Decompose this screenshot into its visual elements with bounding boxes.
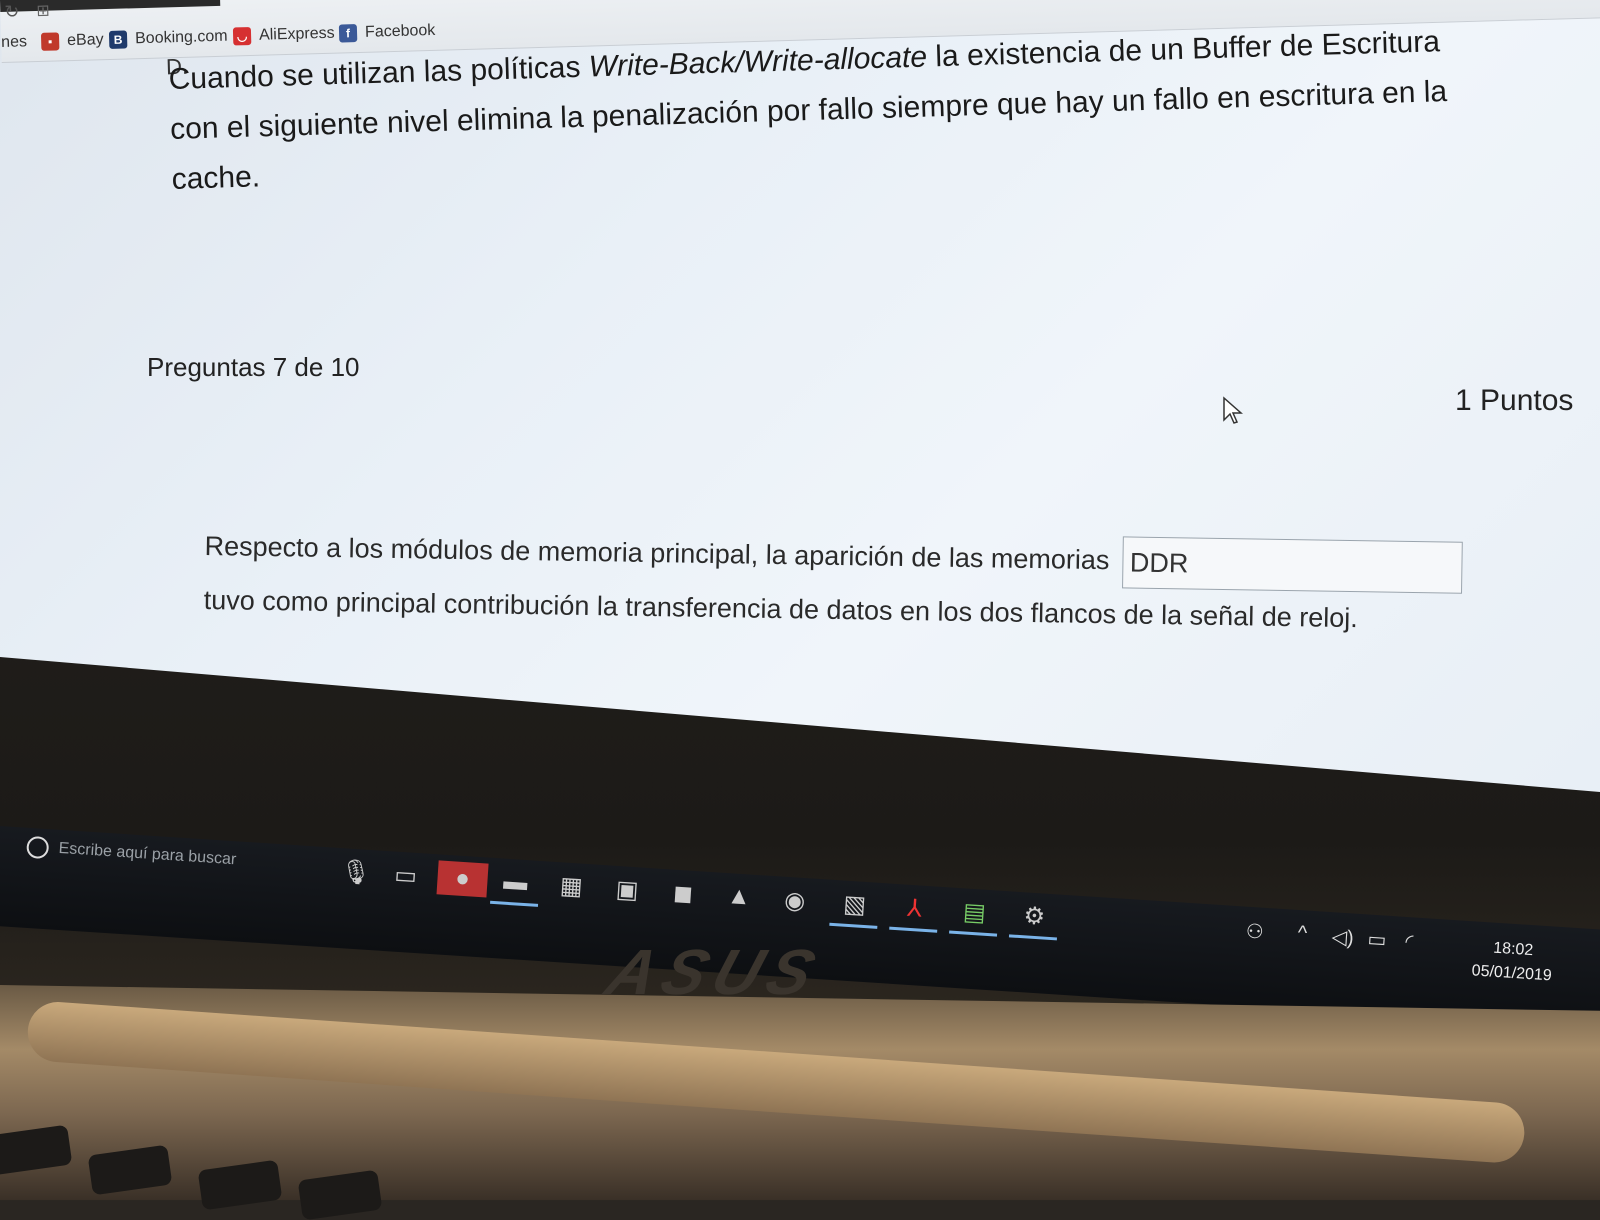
question-counter: Preguntas 7 de 10 — [147, 352, 360, 382]
taskbar-search[interactable]: Escribe aquí para buscar — [26, 835, 237, 871]
search-placeholder: Escribe aquí para buscar — [58, 839, 237, 869]
cortana-icon — [26, 835, 50, 860]
clock-date: 05/01/2019 — [1471, 962, 1553, 985]
battery-icon[interactable]: ▭ — [1367, 927, 1387, 953]
mouse-cursor-icon — [1223, 396, 1243, 424]
people-icon[interactable]: ⚇ — [1245, 919, 1265, 945]
system-clock[interactable]: 18:02 05/01/2019 — [1471, 935, 1554, 988]
statement-italic: Write-Back/Write-allocate — [588, 40, 928, 84]
spreadsheet-app-icon[interactable]: ▤ — [955, 894, 993, 930]
chevron-up-icon[interactable]: ^ — [1297, 922, 1308, 946]
messaging-app-icon[interactable]: ◼ — [664, 875, 702, 911]
laptop-screen: ↻ ⊞ nes ▪ eBay B Booking.com ◡ AliExpres… — [0, 0, 1600, 792]
remote-desktop-icon[interactable]: ▣ — [608, 871, 646, 907]
task-view-icon[interactable]: ▭ — [387, 857, 425, 893]
quiz-page: D. Cuando se utilizan las políticas Writ… — [0, 0, 1600, 792]
sticky-notes-icon[interactable]: ▧ — [836, 886, 874, 922]
fill-in-blank-question: Respecto a los módulos de memoria princi… — [203, 520, 1505, 646]
browser-app-icon[interactable]: ● — [436, 860, 489, 898]
question-text-before: Respecto a los módulos de memoria princi… — [204, 530, 1110, 576]
file-explorer-icon[interactable]: ▬ — [496, 864, 534, 900]
security-app-icon[interactable]: ◉ — [776, 882, 814, 918]
calculator-icon[interactable]: ▦ — [552, 868, 590, 904]
answer-input[interactable] — [1122, 536, 1464, 594]
acrobat-reader-icon[interactable]: ⅄ — [896, 890, 934, 926]
settings-gear-icon[interactable]: ⚙ — [1015, 898, 1053, 934]
microphone-icon[interactable]: 🎙 — [337, 854, 375, 890]
points-label: 1 Puntos — [1455, 384, 1574, 417]
wifi-icon[interactable]: ◜ — [1405, 929, 1414, 954]
question-text-after: tuvo como principal contribución la tran… — [203, 584, 1359, 633]
volume-icon[interactable]: ◁) — [1331, 924, 1355, 950]
statement-part-1: Cuando se utilizan las políticas — [168, 50, 590, 96]
photos-app-icon[interactable]: ▲ — [720, 879, 758, 915]
previous-option-statement: Cuando se utilizan las políticas Write-B… — [168, 16, 1492, 205]
